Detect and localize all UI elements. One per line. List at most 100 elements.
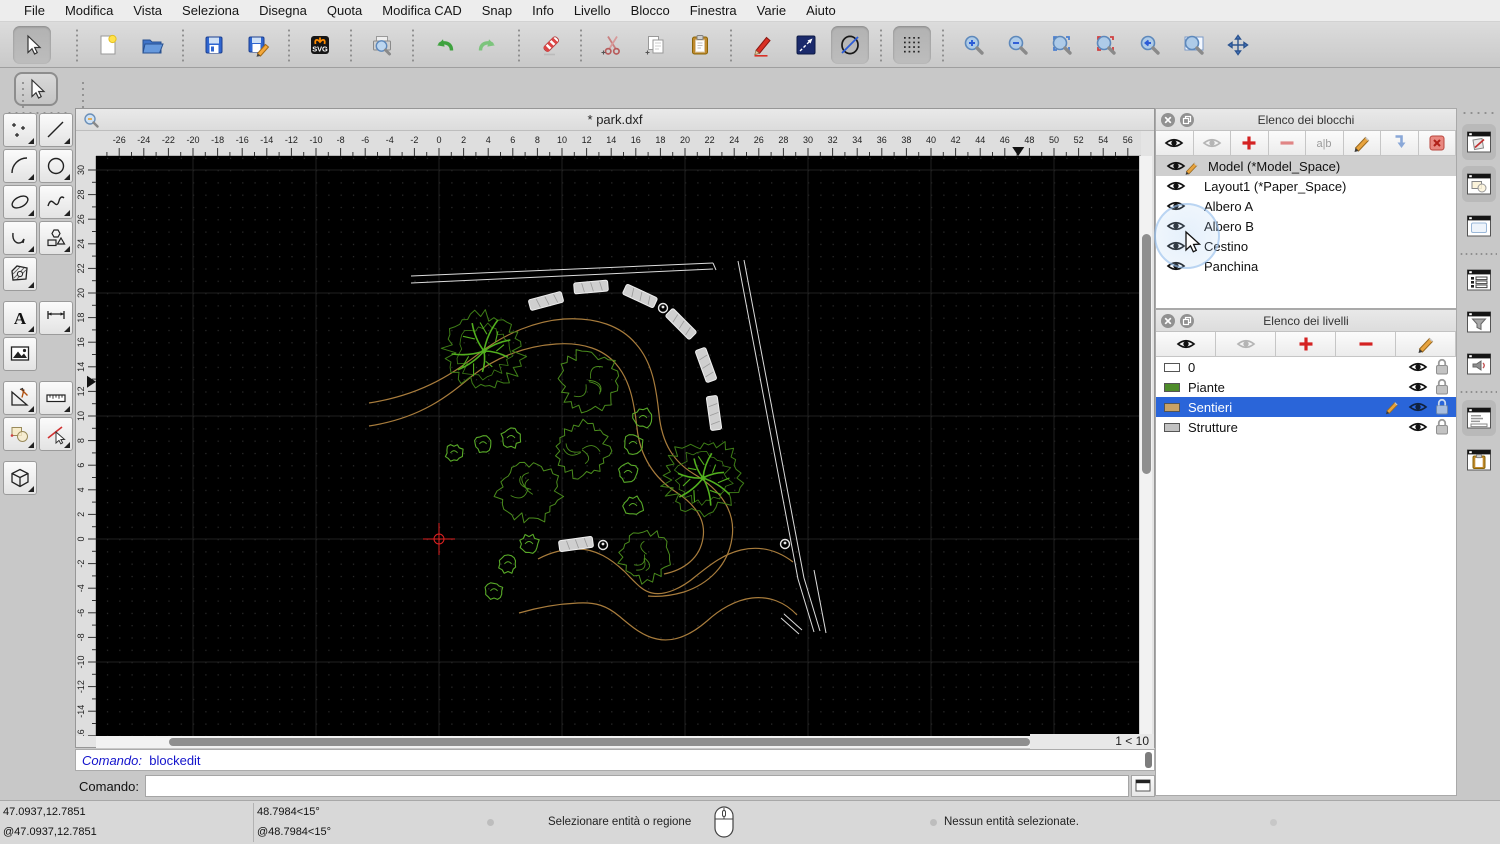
circle-tool[interactable] bbox=[39, 149, 73, 183]
edit-layer-button[interactable] bbox=[1396, 332, 1456, 356]
dock-command-window-button[interactable] bbox=[1462, 400, 1496, 436]
zoom-auto-button[interactable] bbox=[1043, 26, 1081, 64]
grid-toggle-button[interactable] bbox=[893, 25, 931, 64]
paste-button[interactable] bbox=[681, 26, 719, 64]
menu-livello[interactable]: Livello bbox=[564, 0, 621, 22]
zoom-selection-button[interactable] bbox=[1087, 26, 1125, 64]
canvas-vertical-scrollbar[interactable] bbox=[1139, 156, 1152, 736]
zoom-window-button[interactable] bbox=[1175, 26, 1213, 64]
float-icon[interactable] bbox=[1180, 112, 1194, 127]
close-icon[interactable] bbox=[1161, 313, 1175, 328]
delete-block-button[interactable] bbox=[1418, 131, 1456, 155]
show-layer-button[interactable] bbox=[1156, 332, 1216, 356]
visibility-toggle[interactable] bbox=[1156, 176, 1196, 196]
selection-pointer-button[interactable] bbox=[14, 72, 86, 110]
lock-icon[interactable] bbox=[1434, 377, 1450, 397]
menu-modifica[interactable]: Modifica bbox=[55, 0, 123, 22]
hide-all-layers-button[interactable] bbox=[1216, 332, 1276, 356]
new-document-button[interactable] bbox=[89, 26, 127, 64]
copy-button[interactable] bbox=[637, 26, 675, 64]
dimension-tool[interactable] bbox=[39, 301, 73, 335]
dock-blank-window-button[interactable] bbox=[1462, 208, 1496, 244]
close-icon[interactable] bbox=[1161, 112, 1175, 127]
lock-icon[interactable] bbox=[1434, 357, 1450, 377]
redo-button[interactable] bbox=[469, 26, 507, 64]
solid-3d-tool[interactable] bbox=[3, 461, 37, 495]
zoom-out-button[interactable] bbox=[999, 26, 1037, 64]
dock-list-window-button[interactable] bbox=[1462, 262, 1496, 298]
block-row[interactable]: Cestino bbox=[1156, 236, 1456, 256]
line-arrow-button[interactable] bbox=[787, 26, 825, 64]
dock-audio-window-button[interactable] bbox=[1462, 346, 1496, 382]
select-arrow-button[interactable] bbox=[13, 25, 51, 64]
open-folder-button[interactable] bbox=[133, 26, 171, 64]
dock-pencil-window-button[interactable] bbox=[1462, 124, 1496, 160]
points-tool[interactable] bbox=[3, 113, 37, 147]
add-block-button[interactable] bbox=[1231, 131, 1269, 155]
cut-button[interactable] bbox=[593, 26, 631, 64]
visibility-toggle[interactable] bbox=[1156, 236, 1196, 256]
remove-block-button[interactable] bbox=[1268, 131, 1306, 155]
remove-layer-button[interactable] bbox=[1336, 332, 1396, 356]
edit-block-button[interactable] bbox=[1343, 131, 1381, 155]
menu-quota[interactable]: Quota bbox=[317, 0, 372, 22]
block-tools-tool[interactable] bbox=[3, 417, 37, 451]
visibility-toggle[interactable] bbox=[1408, 357, 1428, 377]
hatch-tool[interactable] bbox=[3, 257, 37, 291]
block-row[interactable]: Layout1 (*Paper_Space) bbox=[1156, 176, 1456, 196]
layer-row[interactable]: Piante bbox=[1156, 377, 1456, 397]
add-layer-button[interactable] bbox=[1276, 332, 1336, 356]
visibility-toggle[interactable] bbox=[1156, 196, 1196, 216]
visibility-toggle[interactable] bbox=[1408, 377, 1428, 397]
menu-file[interactable]: File bbox=[14, 0, 55, 22]
polyline-tool[interactable] bbox=[3, 221, 37, 255]
zoom-previous-button[interactable] bbox=[1131, 26, 1169, 64]
show-block-button[interactable] bbox=[1156, 131, 1194, 155]
select-entity-tool[interactable] bbox=[39, 417, 73, 451]
lock-icon[interactable] bbox=[1434, 397, 1450, 417]
spline-tool[interactable] bbox=[39, 185, 73, 219]
save-button[interactable] bbox=[195, 26, 233, 64]
menu-info[interactable]: Info bbox=[522, 0, 564, 22]
float-icon[interactable] bbox=[1180, 313, 1194, 328]
block-row[interactable]: Albero A bbox=[1156, 196, 1456, 216]
dock-clipboard-window-button[interactable] bbox=[1462, 442, 1496, 478]
visibility-toggle[interactable] bbox=[1408, 417, 1428, 437]
visibility-toggle[interactable] bbox=[1156, 256, 1196, 276]
draft-mode-button[interactable] bbox=[831, 25, 869, 64]
svg-export-button[interactable]: SVG bbox=[301, 26, 339, 64]
zoom-in-button[interactable] bbox=[955, 26, 993, 64]
visibility-toggle[interactable] bbox=[1156, 216, 1196, 236]
image-tool[interactable] bbox=[3, 337, 37, 371]
layer-row[interactable]: 0 bbox=[1156, 357, 1456, 377]
hide-all-blocks-button[interactable] bbox=[1193, 131, 1231, 155]
visibility-toggle[interactable] bbox=[1408, 397, 1428, 417]
canvas-horizontal-scrollbar[interactable] bbox=[96, 736, 1032, 748]
dock-shapes-window-button[interactable] bbox=[1462, 166, 1496, 202]
save-as-button[interactable] bbox=[239, 26, 277, 64]
menu-vista[interactable]: Vista bbox=[123, 0, 172, 22]
arc-tool[interactable] bbox=[3, 149, 37, 183]
block-row[interactable]: Model (*Model_Space) bbox=[1156, 156, 1456, 176]
command-history-scrollbar[interactable] bbox=[1145, 752, 1152, 768]
command-detach-button[interactable] bbox=[1131, 775, 1155, 797]
layer-row[interactable]: Sentieri bbox=[1156, 397, 1456, 417]
eraser-button[interactable] bbox=[531, 26, 569, 64]
command-history[interactable]: Comando: blockedit bbox=[75, 749, 1155, 771]
menu-finestra[interactable]: Finestra bbox=[680, 0, 747, 22]
undo-button[interactable] bbox=[425, 26, 463, 64]
block-row[interactable]: Panchina bbox=[1156, 256, 1456, 276]
drawing-canvas[interactable] bbox=[96, 156, 1141, 736]
zoom-pan-button[interactable] bbox=[1219, 26, 1257, 64]
layer-row[interactable]: Strutture bbox=[1156, 417, 1456, 437]
dock-filter-window-button[interactable] bbox=[1462, 304, 1496, 340]
command-input[interactable] bbox=[144, 775, 1129, 797]
menu-snap[interactable]: Snap bbox=[472, 0, 522, 22]
measure-tool[interactable] bbox=[39, 381, 73, 415]
rename-block-button[interactable]: a|b bbox=[1306, 131, 1344, 155]
insert-block-button[interactable] bbox=[1381, 131, 1419, 155]
menu-aiuto[interactable]: Aiuto bbox=[796, 0, 846, 22]
block-row[interactable]: Albero B bbox=[1156, 216, 1456, 236]
ellipse-tool[interactable] bbox=[3, 185, 37, 219]
polygon-shapes-tool[interactable] bbox=[39, 221, 73, 255]
